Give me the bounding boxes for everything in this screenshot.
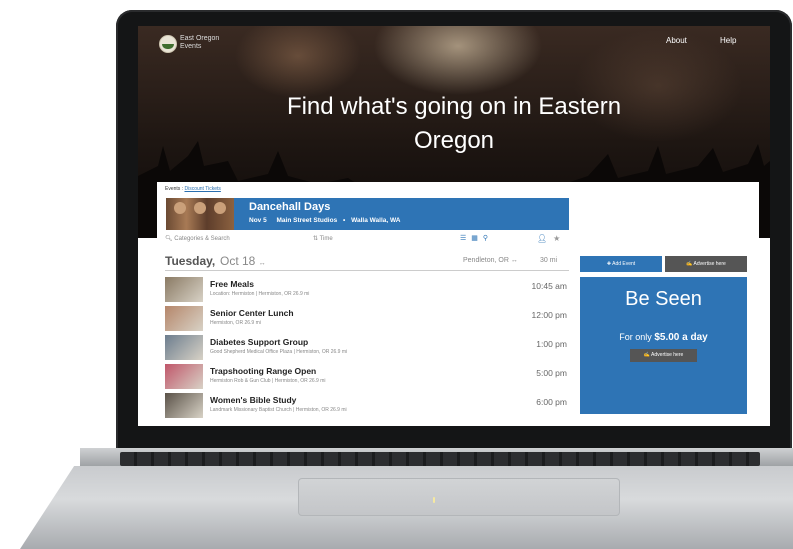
event-time: 10:45 am	[531, 281, 567, 291]
event-title[interactable]: Women's Bible Study	[210, 395, 296, 405]
map-pin-icon[interactable]: ⚲	[483, 235, 493, 242]
location-text: Pendleton, OR	[463, 257, 509, 264]
logo-text[interactable]: East Oregon Events	[180, 35, 219, 51]
event-row[interactable]: Women's Bible Study Landmark Missionary B…	[165, 391, 569, 420]
time-filter[interactable]: ⇅ Time	[313, 235, 333, 242]
breadcrumb-prefix: Events :	[165, 186, 184, 192]
hero-title-line-1: Find what's going on in Eastern	[286, 93, 622, 120]
date-chevron-icon: ↔	[258, 260, 266, 267]
day-date[interactable]: Oct 18 ↔	[220, 254, 266, 268]
featured-event-venue: Main Street Studios	[276, 217, 338, 224]
event-row[interactable]: Free Meals Location: Hermiston | Hermisto…	[165, 275, 569, 304]
ad-title: Be Seen	[625, 288, 702, 310]
view-toggle: ☰▦⚲	[460, 234, 493, 242]
user-filters: 👤︎ ★	[537, 234, 560, 243]
breadcrumb-link[interactable]: Discount Tickets	[184, 186, 220, 192]
screen: East Oregon Events About Help Find what'…	[138, 26, 770, 426]
filter-bar: 🔍︎ Categories & Search ⇅ Time ☰▦⚲ 👤︎ ★	[165, 234, 565, 245]
ad-price-prefix: For only	[619, 332, 652, 342]
content-panel: Events : Discount Tickets Dancehall Days…	[157, 182, 759, 426]
featured-event-details: Nov 5 Main Street Studios • Walla Walla,…	[249, 217, 400, 224]
featured-event-location: Walla Walla, WA	[351, 217, 401, 224]
ad-box: Be Seen For only $5.00 a day ✍ Advertise…	[580, 277, 747, 414]
ad-advertise-button[interactable]: ✍ Advertise here	[630, 349, 697, 362]
event-title[interactable]: Trapshooting Range Open	[210, 366, 316, 376]
keyboard	[120, 452, 760, 466]
event-time: 5:00 pm	[536, 368, 567, 378]
laptop-base	[20, 448, 793, 549]
search-placeholder: Categories & Search	[174, 236, 230, 242]
search-icon: 🔍︎	[165, 236, 173, 242]
logo-line-2: Events	[180, 43, 202, 50]
event-thumbnail	[165, 277, 203, 302]
event-thumbnail	[165, 335, 203, 360]
event-list: Free Meals Location: Hermiston | Hermisto…	[165, 275, 569, 420]
event-meta: Landmark Missionary Baptist Church | Her…	[210, 407, 347, 413]
event-thumbnail	[165, 393, 203, 418]
event-title[interactable]: Free Meals	[210, 279, 254, 289]
event-thumbnail	[165, 364, 203, 389]
event-meta: Good Shepherd Medical Office Plaza | Her…	[210, 349, 348, 355]
day-name: Tuesday,	[165, 254, 216, 268]
advertise-button[interactable]: ✍ Advertise here	[665, 256, 747, 272]
breadcrumb: Events : Discount Tickets	[165, 186, 221, 192]
featured-event-banner[interactable]: Dancehall Days Nov 5 Main Street Studios…	[166, 198, 569, 230]
star-icon[interactable]: ★	[553, 234, 560, 243]
event-row[interactable]: Trapshooting Range Open Hermiston Rob & G…	[165, 362, 569, 391]
ad-price: For only $5.00 a day	[580, 332, 747, 343]
time-filter-label: Time	[319, 236, 333, 242]
event-meta: Location: Hermiston | Hermiston, OR 26.9…	[210, 291, 310, 297]
nav-help-link[interactable]: Help	[720, 36, 736, 45]
event-time: 1:00 pm	[536, 339, 567, 349]
person-icon[interactable]: 👤︎	[537, 234, 547, 243]
event-thumbnail	[165, 306, 203, 331]
featured-event-title: Dancehall Days	[249, 201, 331, 213]
category-search-filter[interactable]: 🔍︎ Categories & Search	[165, 235, 230, 242]
event-row[interactable]: Diabetes Support Group Good Shepherd Medi…	[165, 333, 569, 362]
location-selector[interactable]: Pendleton, OR ↔	[463, 257, 518, 264]
featured-event-date: Nov 5	[249, 217, 267, 224]
day-header: Tuesday, Oct 18 ↔ Pendleton, OR ↔ 30 mi	[165, 254, 569, 271]
location-chevron-icon: ↔	[510, 257, 518, 264]
event-title[interactable]: Diabetes Support Group	[210, 337, 308, 347]
distance-selector[interactable]: 30 mi	[540, 257, 557, 264]
event-time: 12:00 pm	[531, 310, 567, 320]
event-time: 6:00 pm	[536, 397, 567, 407]
status-led	[433, 497, 435, 503]
list-view-icon[interactable]: ☰	[460, 235, 471, 242]
event-meta: Hermiston Rob & Gun Club | Hermiston, OR…	[210, 378, 326, 384]
hero-title: Find what's going on in Eastern Oregon	[138, 90, 770, 158]
ad-price-value: $5.00 a day	[654, 332, 708, 343]
logo-icon[interactable]	[159, 35, 177, 53]
bullet-separator: •	[343, 217, 346, 224]
event-title[interactable]: Senior Center Lunch	[210, 308, 294, 318]
grid-view-icon[interactable]: ▦	[471, 235, 483, 242]
nav-about-link[interactable]: About	[666, 36, 687, 45]
hero-title-line-2: Oregon	[413, 127, 495, 154]
event-row[interactable]: Senior Center Lunch Hermiston, OR 26.9 mi…	[165, 304, 569, 333]
add-event-button[interactable]: ✚ Add Event	[580, 256, 662, 272]
event-meta: Hermiston, OR 26.9 mi	[210, 320, 261, 326]
sort-icon: ⇅	[313, 236, 319, 242]
featured-event-image	[166, 198, 234, 230]
trackpad	[298, 478, 620, 516]
logo-line-1: East Oregon	[180, 35, 220, 42]
day-date-text: Oct 18	[220, 254, 256, 268]
